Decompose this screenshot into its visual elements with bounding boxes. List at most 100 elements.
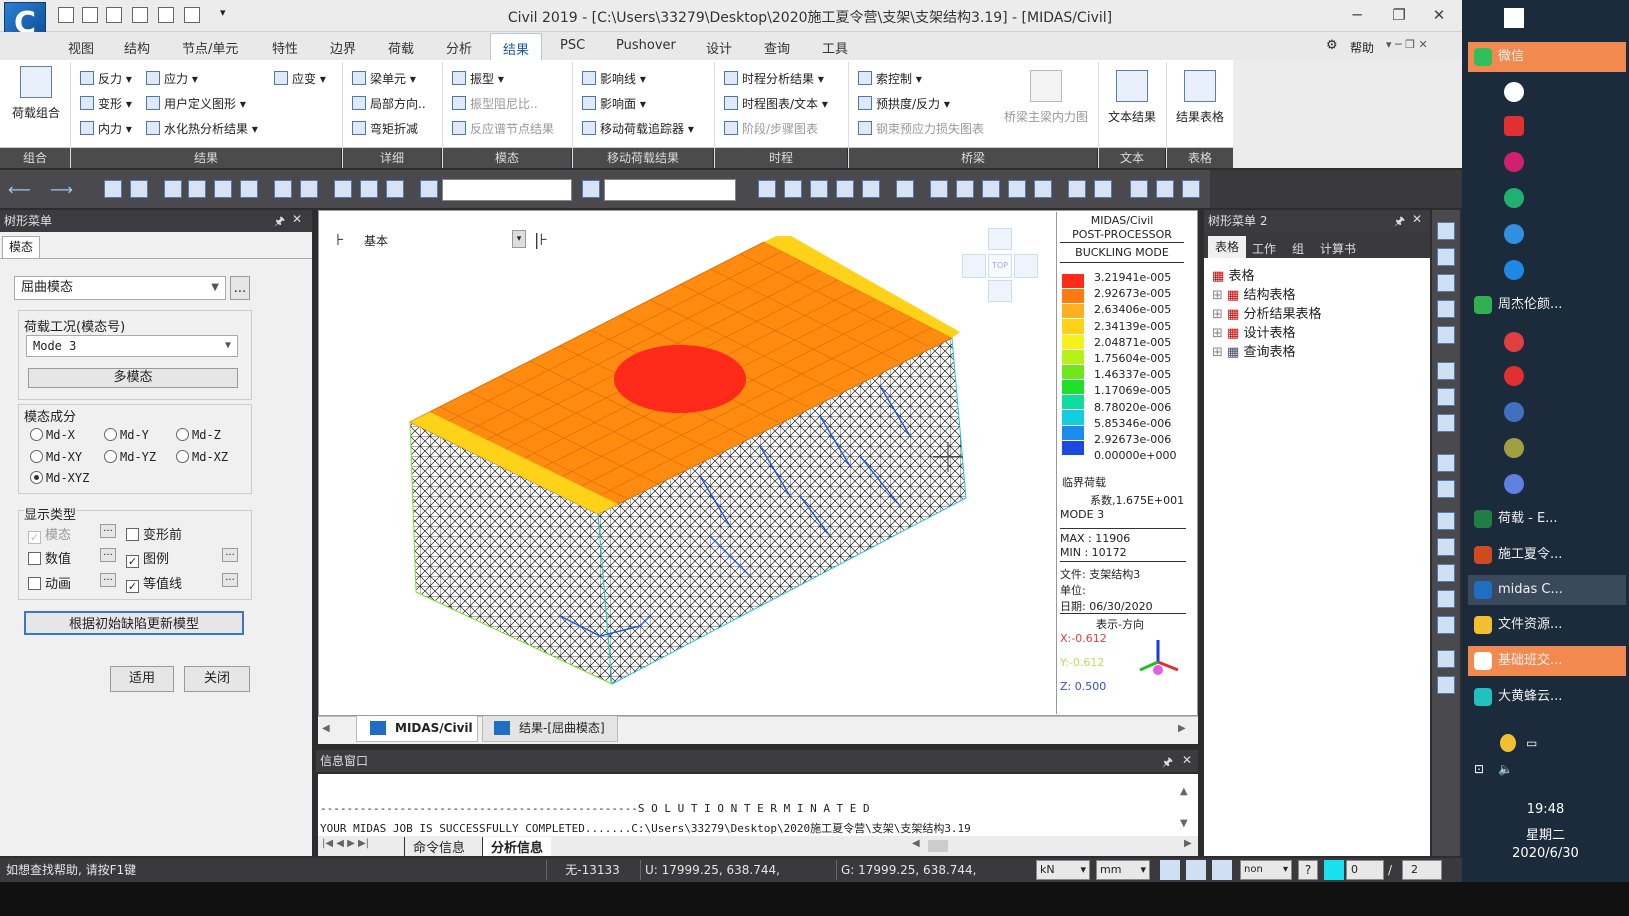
stage-step-graph-button[interactable]: 阶段/步骤图表 xyxy=(724,120,818,138)
scroll-up-icon[interactable]: ▲ xyxy=(1180,786,1188,797)
open-file-icon[interactable] xyxy=(82,7,98,23)
tab-tools[interactable]: 工具 xyxy=(822,38,848,57)
mode-type-more-button[interactable]: ... xyxy=(230,276,250,300)
update-model-button[interactable]: 根据初始缺陷更新模型 xyxy=(24,611,244,635)
taskbar-music[interactable]: 周杰伦颜... xyxy=(1468,290,1626,320)
close-icon[interactable]: ✕ xyxy=(1424,4,1454,28)
tab-load[interactable]: 荷载 xyxy=(388,38,414,57)
node-number-icon[interactable] xyxy=(1068,180,1086,198)
qq-tray-icon[interactable] xyxy=(1500,734,1516,752)
mode-options-button[interactable]: ... xyxy=(100,524,116,538)
buckling-mode-model[interactable] xyxy=(400,236,980,686)
radio-md-z[interactable]: Md-Z xyxy=(176,428,221,442)
tab-analysis[interactable]: 分析 xyxy=(446,38,472,57)
tab-design[interactable]: 设计 xyxy=(706,38,732,57)
panel-close-icon[interactable]: ✕ xyxy=(292,212,302,226)
rotate-view-icon[interactable] xyxy=(1437,414,1455,432)
legend-checkbox[interactable]: ✓ 图例 xyxy=(126,548,169,568)
cursor-icon[interactable] xyxy=(420,180,438,198)
legend-options-button[interactable]: ... xyxy=(222,548,238,562)
pin-icon[interactable]: 🖈 xyxy=(274,212,285,233)
values-options-button[interactable]: ... xyxy=(100,548,116,562)
element-number-icon[interactable] xyxy=(1094,180,1112,198)
mode-checkbox[interactable]: ✓ 模态 xyxy=(28,524,71,544)
restore-icon[interactable]: ❐ xyxy=(1384,4,1414,28)
quick-access-dropdown-icon[interactable]: ▾ xyxy=(220,6,226,19)
length-unit-select[interactable]: mm ▾ xyxy=(1096,860,1150,880)
tree-item-query-tables[interactable]: ⊞ ▦ 查询表格 xyxy=(1212,341,1296,360)
activate-icon[interactable] xyxy=(274,180,292,198)
text-output-button[interactable]: 文本结果 xyxy=(1102,70,1162,125)
stress-button[interactable]: 应力 ▾ xyxy=(146,70,198,88)
help-icon[interactable]: ? xyxy=(1298,860,1318,880)
view-iso-icon[interactable] xyxy=(810,180,828,198)
settings-icon[interactable]: ⚙ xyxy=(1326,38,1338,53)
display-options-icon[interactable] xyxy=(1437,590,1455,608)
deactivate-icon[interactable] xyxy=(300,180,318,198)
time-history-results-button[interactable]: 时程分析结果 ▾ xyxy=(724,70,824,88)
scroll-down-icon[interactable]: ▼ xyxy=(1180,818,1188,829)
influence-line-button[interactable]: 影响线 ▾ xyxy=(582,70,646,88)
app-blue-icon[interactable] xyxy=(1504,224,1524,244)
moment-reduction-button[interactable]: 弯矩折减 xyxy=(352,120,418,138)
influence-surface-button[interactable]: 影响面 ▾ xyxy=(582,95,646,113)
undo-icon[interactable]: ⟵ xyxy=(8,180,31,199)
unlock-icon[interactable] xyxy=(1156,180,1174,198)
view-icon[interactable]: ⊦ xyxy=(336,230,344,249)
tab-modal[interactable]: 模态 xyxy=(2,236,40,258)
play-icon[interactable] xyxy=(1212,860,1232,880)
print-preview-icon[interactable] xyxy=(184,7,200,23)
moving-load-tracer-button[interactable]: 移动荷载追踪器 ▾ xyxy=(582,120,694,138)
radio-md-xyz[interactable]: Md-XYZ xyxy=(30,471,89,485)
axis-icon[interactable] xyxy=(1437,616,1455,634)
expand-icon[interactable]: ⊞ xyxy=(1212,326,1223,341)
beam-element-button[interactable]: 梁单元 ▾ xyxy=(352,70,416,88)
panel-close-icon[interactable]: ✕ xyxy=(1412,212,1422,226)
view-cube-face[interactable] xyxy=(988,228,1012,250)
tab-boundary[interactable]: 边界 xyxy=(330,38,356,57)
unselect-icon[interactable] xyxy=(386,180,404,198)
network-icon[interactable]: ⊡ xyxy=(1474,762,1484,776)
radio-md-xy[interactable]: Md-XY xyxy=(30,450,82,464)
snap-element-icon[interactable] xyxy=(214,180,232,198)
contour-checkbox[interactable]: ✓ 等值线 xyxy=(126,573,182,593)
tab-view[interactable]: 视图 xyxy=(68,38,94,57)
force-unit-select[interactable]: kN ▾ xyxy=(1036,860,1090,880)
tab-query[interactable]: 查询 xyxy=(764,38,790,57)
volume-icon[interactable]: 🔈 xyxy=(1498,762,1513,776)
chrome-icon[interactable] xyxy=(1504,332,1524,352)
layer-icon[interactable] xyxy=(1437,564,1455,582)
hscroll-right-icon[interactable]: ▶ xyxy=(1184,838,1192,849)
response-spectrum-button[interactable]: 反应谱节点结果 xyxy=(452,120,554,138)
tab-tables[interactable]: 表格 xyxy=(1208,236,1246,258)
value-stepper[interactable]: 0 xyxy=(1346,860,1384,880)
pointer-icon[interactable] xyxy=(334,180,352,198)
selection-combo[interactable] xyxy=(442,179,572,201)
hscroll-left-icon[interactable]: ◀ xyxy=(912,838,920,849)
qq-icon[interactable] xyxy=(1504,82,1524,102)
user-defined-plot-button[interactable]: 用户定义图形 ▾ xyxy=(146,95,246,113)
tab-pushover[interactable]: Pushover xyxy=(616,38,676,53)
app-green-icon[interactable] xyxy=(1504,188,1524,208)
grid-toggle-icon[interactable] xyxy=(1186,860,1206,880)
app-feather-icon[interactable] xyxy=(1504,474,1524,494)
zoom-fit-icon[interactable] xyxy=(1437,326,1455,344)
export-image-icon[interactable] xyxy=(1437,676,1455,694)
app-pink-icon[interactable] xyxy=(1504,152,1524,172)
reaction-button[interactable]: 反力 ▾ xyxy=(80,70,132,88)
radio-md-xz[interactable]: Md-XZ xyxy=(176,450,228,464)
bridge-girder-diagram-button[interactable]: 桥梁主梁内力图 xyxy=(1000,70,1092,125)
tab-scroll-left-icon[interactable]: ◀ xyxy=(322,723,330,734)
taskbar-powerpoint[interactable]: 施工夏令... xyxy=(1468,540,1626,570)
capture-icon[interactable] xyxy=(1437,650,1455,668)
taskbar-wechat[interactable]: 微信 xyxy=(1468,42,1626,72)
pin-icon[interactable]: 🖈 xyxy=(1394,212,1405,233)
windows-start-icon[interactable] xyxy=(1504,8,1524,28)
mode-shape-button[interactable]: 振型 ▾ xyxy=(452,70,504,88)
result-tables-button[interactable]: 结果表格 xyxy=(1170,70,1230,125)
tab-work[interactable]: 工作 xyxy=(1252,240,1276,257)
expand-icon[interactable]: ⊞ xyxy=(1212,288,1223,303)
app-key-icon[interactable] xyxy=(1504,438,1524,458)
view-cube-top[interactable]: TOP xyxy=(988,254,1012,278)
tab-node-element[interactable]: 节点/单元 xyxy=(182,38,238,57)
